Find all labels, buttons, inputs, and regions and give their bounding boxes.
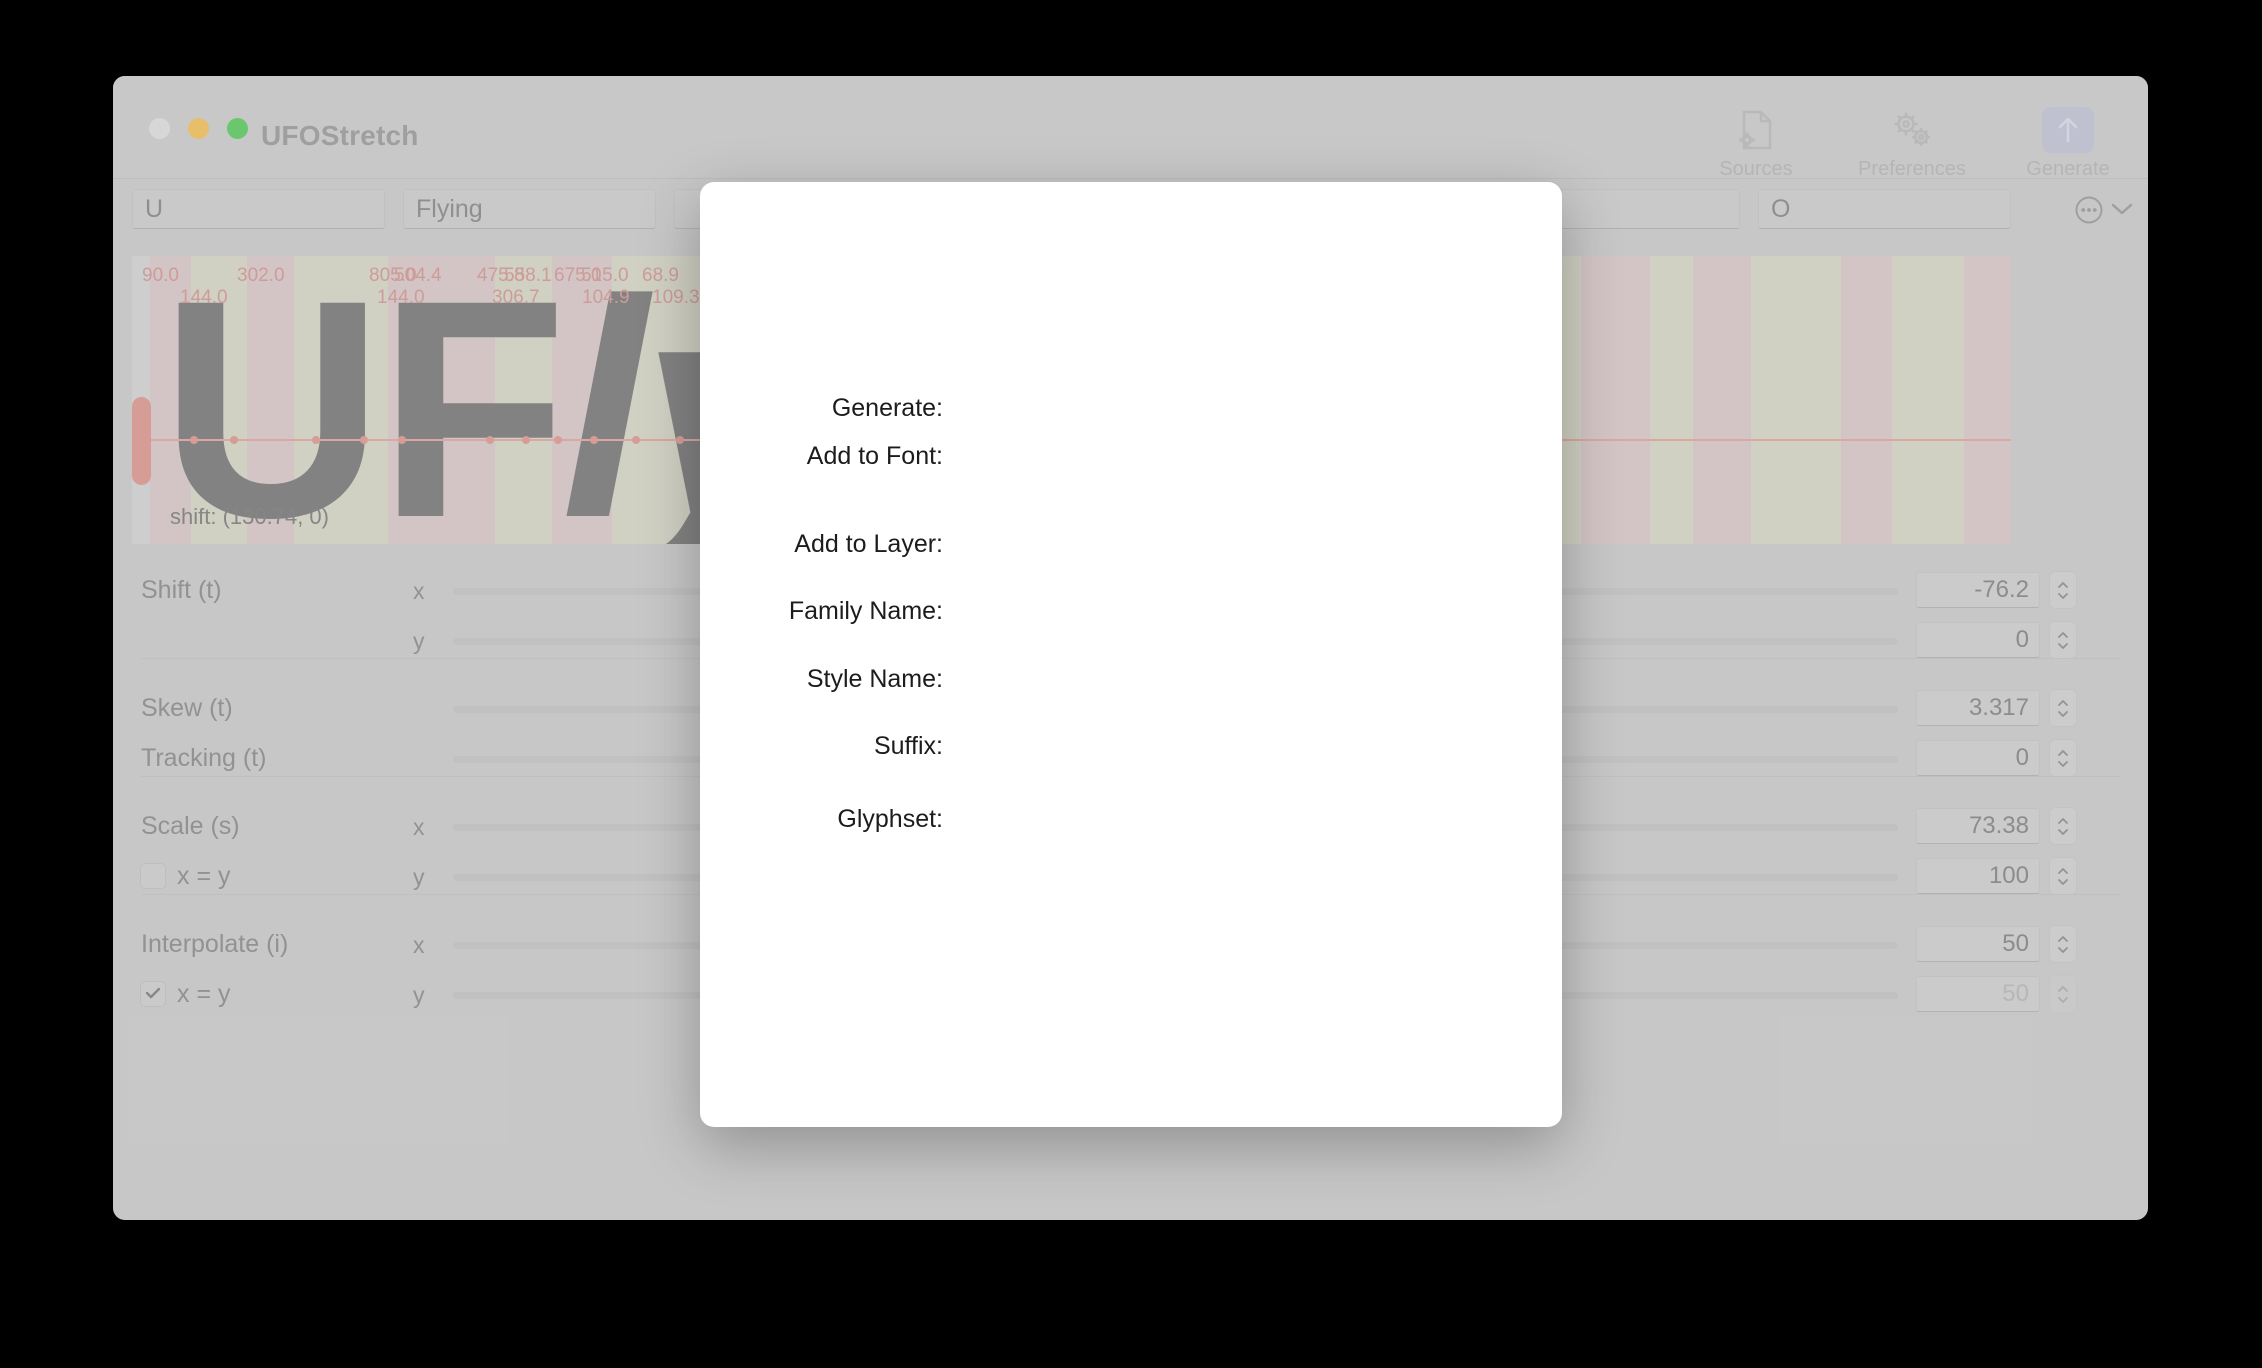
add-to-font-label: Add to Font: xyxy=(806,442,943,470)
family-name-label: Family Name: xyxy=(788,597,943,625)
suffix-label: Suffix: xyxy=(873,732,943,760)
style-name-label: Style Name: xyxy=(806,665,943,693)
generate-mode-label: Generate: xyxy=(831,394,943,422)
add-to-layer-label: Add to Layer: xyxy=(794,530,943,558)
generate-dialog: Generate: Add to Font Export as Font Add… xyxy=(700,182,1562,1127)
glyphset-label: Glyphset: xyxy=(837,805,943,833)
